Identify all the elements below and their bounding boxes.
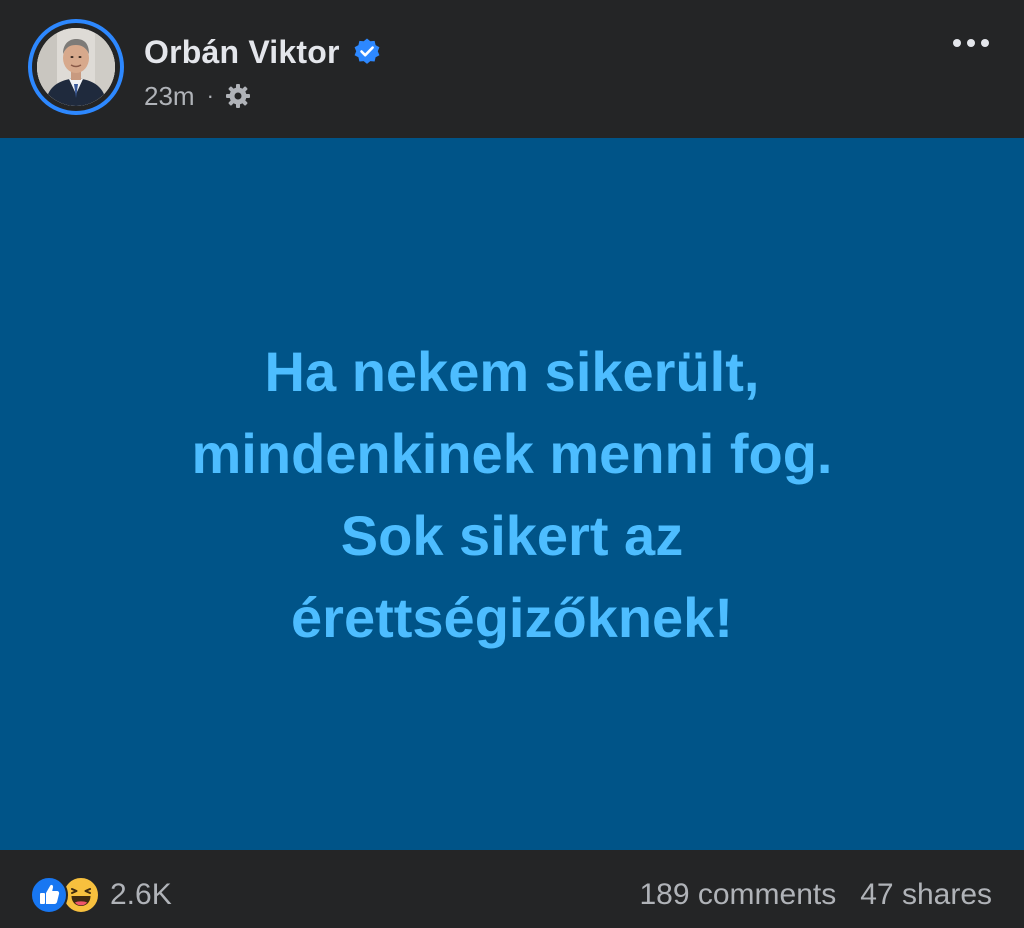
reaction-count: 2.6K (110, 878, 172, 911)
author-row: Orbán Viktor (144, 30, 382, 74)
post-meta: 23m · (144, 78, 252, 114)
like-icon (30, 876, 68, 914)
post-text-line: érettségizőknek! (291, 586, 733, 649)
post-content[interactable]: Ha nekem sikerült, mindenkinek menni fog… (0, 138, 1024, 850)
more-horizontal-icon[interactable] (950, 30, 992, 56)
engagement-stats: 189 comments 47 shares (639, 878, 992, 912)
comments-count[interactable]: 189 comments (639, 878, 836, 912)
gear-icon[interactable] (224, 82, 252, 110)
reactions-summary[interactable]: 2.6K (30, 876, 172, 914)
profile-photo (37, 28, 115, 106)
shares-count[interactable]: 47 shares (860, 878, 992, 912)
post-text-line: Ha nekem sikerült, (264, 340, 760, 403)
author-name[interactable]: Orbán Viktor (144, 34, 340, 71)
post-text-line: mindenkinek menni fog. (191, 422, 833, 485)
verified-badge-icon (352, 37, 382, 67)
post-text: Ha nekem sikerült, mindenkinek menni fog… (62, 331, 962, 659)
meta-separator: · (206, 83, 214, 108)
facebook-post: Orbán Viktor 23m · Ha nekem sikerült, mi… (0, 0, 1024, 928)
post-text-line: Sok sikert az (340, 504, 684, 567)
post-footer: 2.6K 189 comments 47 shares (0, 850, 1024, 928)
post-header: Orbán Viktor 23m · (0, 0, 1024, 138)
avatar[interactable] (28, 19, 124, 115)
timestamp[interactable]: 23m (144, 81, 195, 112)
